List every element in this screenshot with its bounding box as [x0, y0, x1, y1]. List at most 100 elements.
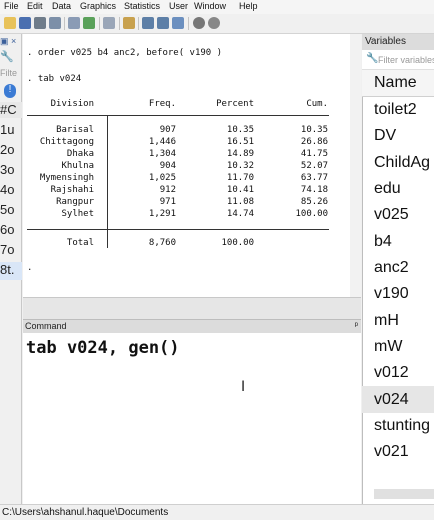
results-window: . order v025 b4 anc2, before( v190 ) . t…: [23, 34, 361, 297]
variable-item[interactable]: anc2: [374, 259, 409, 277]
variable-item[interactable]: stunting: [374, 417, 430, 435]
variables-filter[interactable]: 🔧 Filter variables: [362, 50, 434, 70]
command-echo: . order v025 b4 anc2, before( v190 ): [27, 48, 223, 58]
history-panel: ▣ × 🔧 Filte ! #C 1u 2o 3o 4o 5o 6o 7o 8t…: [0, 34, 22, 504]
variable-item[interactable]: b4: [374, 233, 392, 251]
viewer-icon[interactable]: [68, 17, 80, 29]
history-item-selected[interactable]: 8t.: [0, 262, 22, 280]
history-col-header[interactable]: #C: [0, 102, 22, 118]
variable-item[interactable]: v190: [374, 285, 409, 303]
row-freq: 971: [159, 197, 176, 207]
history-filter-input[interactable]: Filte: [0, 68, 22, 82]
row-percent: 11.70: [226, 173, 254, 183]
col-header-division: Division: [50, 99, 94, 109]
menu-file[interactable]: File: [4, 1, 19, 11]
row-division: Sylhet: [61, 209, 94, 219]
menu-user[interactable]: User: [169, 1, 188, 11]
total-freq: 8,760: [148, 238, 176, 248]
toolbar: [0, 14, 434, 34]
menu-statistics[interactable]: Statistics: [124, 1, 160, 11]
menu-help[interactable]: Help: [239, 1, 258, 11]
row-freq: 1,304: [148, 149, 176, 159]
menu-bar: File Edit Data Graphics Statistics User …: [0, 0, 434, 14]
history-item[interactable]: 4o: [0, 182, 22, 200]
info-icon[interactable]: !: [4, 84, 16, 98]
row-cum: 63.77: [300, 173, 328, 183]
do-file-editor-icon[interactable]: [103, 17, 115, 29]
history-item[interactable]: 5o: [0, 202, 22, 220]
results-scrollbar[interactable]: [350, 34, 361, 297]
menu-window[interactable]: Window: [194, 1, 226, 11]
history-item[interactable]: 7o: [0, 242, 22, 260]
status-bar: C:\Users\ahshanul.haque\Documents: [0, 504, 434, 520]
text-cursor-icon: I: [241, 379, 246, 395]
wrench-icon[interactable]: 🔧: [366, 53, 378, 64]
row-cum: 74.18: [300, 185, 328, 195]
row-freq: 912: [159, 185, 176, 195]
prompt-dot: .: [27, 263, 33, 273]
row-cum: 100.00: [295, 209, 328, 219]
variables-scrollbar[interactable]: [374, 489, 434, 499]
row-division: Mymensingh: [39, 173, 94, 183]
command-header: Command ᵖ: [23, 319, 361, 333]
total-label: Total: [66, 238, 94, 248]
row-freq: 907: [159, 125, 176, 135]
data-browser-icon[interactable]: [157, 17, 169, 29]
history-item[interactable]: 6o: [0, 222, 22, 240]
row-cum: 10.35: [300, 125, 328, 135]
results-splitter[interactable]: [23, 297, 361, 319]
variable-item[interactable]: mH: [374, 312, 399, 330]
col-header-percent: Percent: [216, 99, 254, 109]
pin-icon[interactable]: ᵖ: [355, 320, 358, 330]
menu-data[interactable]: Data: [52, 1, 71, 11]
open-icon[interactable]: [4, 17, 16, 29]
table-rule: [27, 115, 329, 116]
command-input[interactable]: tab v024, gen(): [26, 338, 180, 358]
variable-item[interactable]: v021: [374, 443, 409, 461]
variables-col-header[interactable]: Name: [362, 70, 434, 97]
menu-edit[interactable]: Edit: [27, 1, 43, 11]
history-item[interactable]: 2o: [0, 142, 22, 160]
pin-icon[interactable]: ▣ ×: [0, 36, 22, 48]
row-division: Rangpur: [56, 197, 94, 207]
variable-item[interactable]: DV: [374, 127, 396, 145]
history-item[interactable]: 1u: [0, 122, 22, 140]
variable-item[interactable]: edu: [374, 180, 401, 198]
row-freq: 1,291: [148, 209, 176, 219]
variable-item[interactable]: toilet2: [374, 101, 417, 119]
command-window[interactable]: tab v024, gen() I: [23, 333, 361, 504]
col-name: Name: [374, 74, 417, 91]
variable-item[interactable]: mW: [374, 338, 402, 356]
row-percent: 14.89: [226, 149, 254, 159]
row-percent: 16.51: [226, 137, 254, 147]
working-directory: C:\Users\ahshanul.haque\Documents: [2, 507, 169, 518]
log-icon[interactable]: [49, 17, 61, 29]
row-division: Barisal: [56, 125, 94, 135]
history-item[interactable]: 3o: [0, 162, 22, 180]
variable-item[interactable]: ChildAg: [374, 154, 430, 172]
data-editor-icon[interactable]: [142, 17, 154, 29]
more-icon[interactable]: [193, 17, 205, 29]
row-percent: 10.32: [226, 161, 254, 171]
variables-manager-icon[interactable]: [172, 17, 184, 29]
menu-graphics[interactable]: Graphics: [80, 1, 116, 11]
break-icon[interactable]: [208, 17, 220, 29]
col-header-cum: Cum.: [306, 99, 328, 109]
variable-item[interactable]: v025: [374, 206, 409, 224]
edit-icon[interactable]: [123, 17, 135, 29]
save-icon[interactable]: [19, 17, 31, 29]
row-cum: 41.75: [300, 149, 328, 159]
wrench-icon[interactable]: 🔧: [0, 50, 22, 64]
row-cum: 52.07: [300, 161, 328, 171]
print-icon[interactable]: [34, 17, 46, 29]
row-cum: 85.26: [300, 197, 328, 207]
row-cum: 26.86: [300, 137, 328, 147]
row-division: Chittagong: [39, 137, 94, 147]
variable-item[interactable]: v012: [374, 364, 409, 382]
row-percent: 14.74: [226, 209, 254, 219]
variable-item-selected[interactable]: v024: [374, 391, 409, 409]
table-rule: [27, 229, 329, 230]
graph-icon[interactable]: [83, 17, 95, 29]
variables-filter-input[interactable]: Filter variables: [378, 55, 434, 65]
row-percent: 10.41: [226, 185, 254, 195]
